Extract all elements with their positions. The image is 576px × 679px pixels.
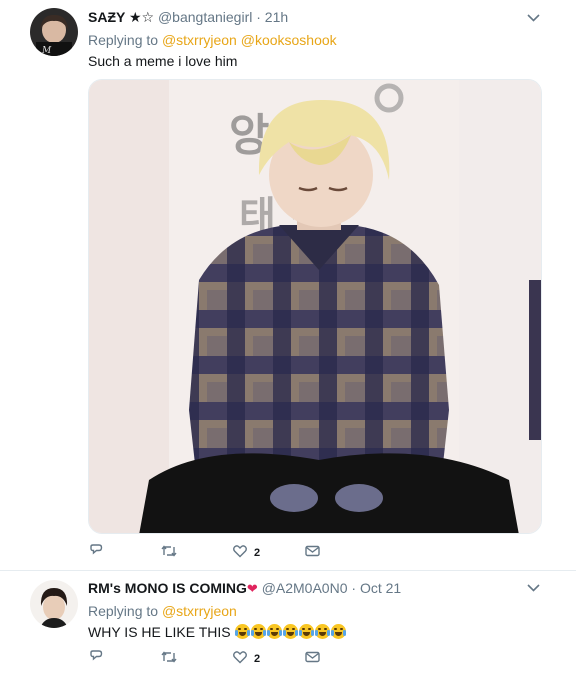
tears-of-joy-icon <box>266 624 282 639</box>
like-count: 2 <box>254 547 261 559</box>
heart-icon <box>232 543 248 564</box>
retweet-icon <box>160 649 178 670</box>
tears-of-joy-icon <box>314 624 330 639</box>
mention-link[interactable]: @stxrryjeon <box>162 32 237 48</box>
mention-link[interactable]: @stxrryjeon <box>162 603 237 619</box>
crying-face-icon <box>250 624 266 639</box>
like-button[interactable]: 2 <box>232 649 260 669</box>
tweet-photo[interactable]: 앙 아 태 린 <box>88 79 542 534</box>
reply-icon <box>88 649 104 670</box>
replying-to-label: Replying to <box>88 32 159 48</box>
tweet-header: SAƵY ★☆ @bangtaniegirl · 21h <box>88 9 288 26</box>
author-handle[interactable]: @A2M0A0N0 <box>262 580 348 596</box>
tears-of-joy-icon <box>298 624 314 639</box>
chevron-down-icon[interactable] <box>527 10 540 28</box>
crying-face-icon <box>234 624 250 639</box>
tears-of-joy-icon <box>330 624 346 639</box>
avatar[interactable]: M <box>30 8 78 56</box>
envelope-icon <box>304 543 321 564</box>
timestamp[interactable]: · 21h <box>256 9 288 25</box>
chevron-down-icon[interactable] <box>527 580 540 598</box>
direct-message-button[interactable] <box>304 543 321 563</box>
tweet[interactable]: RM's MONO IS COMING❤ @A2M0A0N0 · Oct 21 … <box>0 572 576 679</box>
tweet-text-container: WHY IS HE LIKE THIS <box>88 624 347 640</box>
reply-button[interactable] <box>88 649 110 669</box>
replying-to: Replying to @stxrryjeon <box>88 603 237 619</box>
tweet[interactable]: M SAƵY ★☆ @bangtaniegirl · 21h Replying … <box>0 0 576 571</box>
author-handle[interactable]: @bangtaniegirl <box>158 9 252 25</box>
author-name[interactable]: RM's MONO IS COMING <box>88 580 247 596</box>
tweet-text: Such a meme i love him <box>88 53 238 69</box>
timestamp[interactable]: · Oct 21 <box>351 580 401 596</box>
like-button[interactable]: 2 <box>232 543 260 563</box>
replying-to-label: Replying to <box>88 603 159 619</box>
direct-message-button[interactable] <box>304 649 321 669</box>
retweet-button[interactable] <box>160 543 184 563</box>
replying-to: Replying to @stxrryjeon @kooksoshook <box>88 32 337 48</box>
tears-of-joy-icon <box>282 624 298 639</box>
author-name[interactable]: SAƵY ★☆ <box>88 9 154 25</box>
like-count: 2 <box>254 653 261 665</box>
reply-icon <box>88 543 104 564</box>
tweet-text: WHY IS HE LIKE THIS <box>88 624 231 640</box>
avatar[interactable] <box>30 580 78 628</box>
reply-button[interactable] <box>88 543 110 563</box>
heart-emoji-icon: ❤ <box>246 581 258 596</box>
emoji-row <box>234 624 347 640</box>
mention-link[interactable]: @kooksoshook <box>241 32 337 48</box>
tweet-header: RM's MONO IS COMING❤ @A2M0A0N0 · Oct 21 <box>88 580 401 597</box>
retweet-icon <box>160 543 178 564</box>
heart-icon <box>232 649 248 670</box>
svg-text:M: M <box>41 46 52 56</box>
retweet-button[interactable] <box>160 649 184 669</box>
envelope-icon <box>304 649 321 670</box>
